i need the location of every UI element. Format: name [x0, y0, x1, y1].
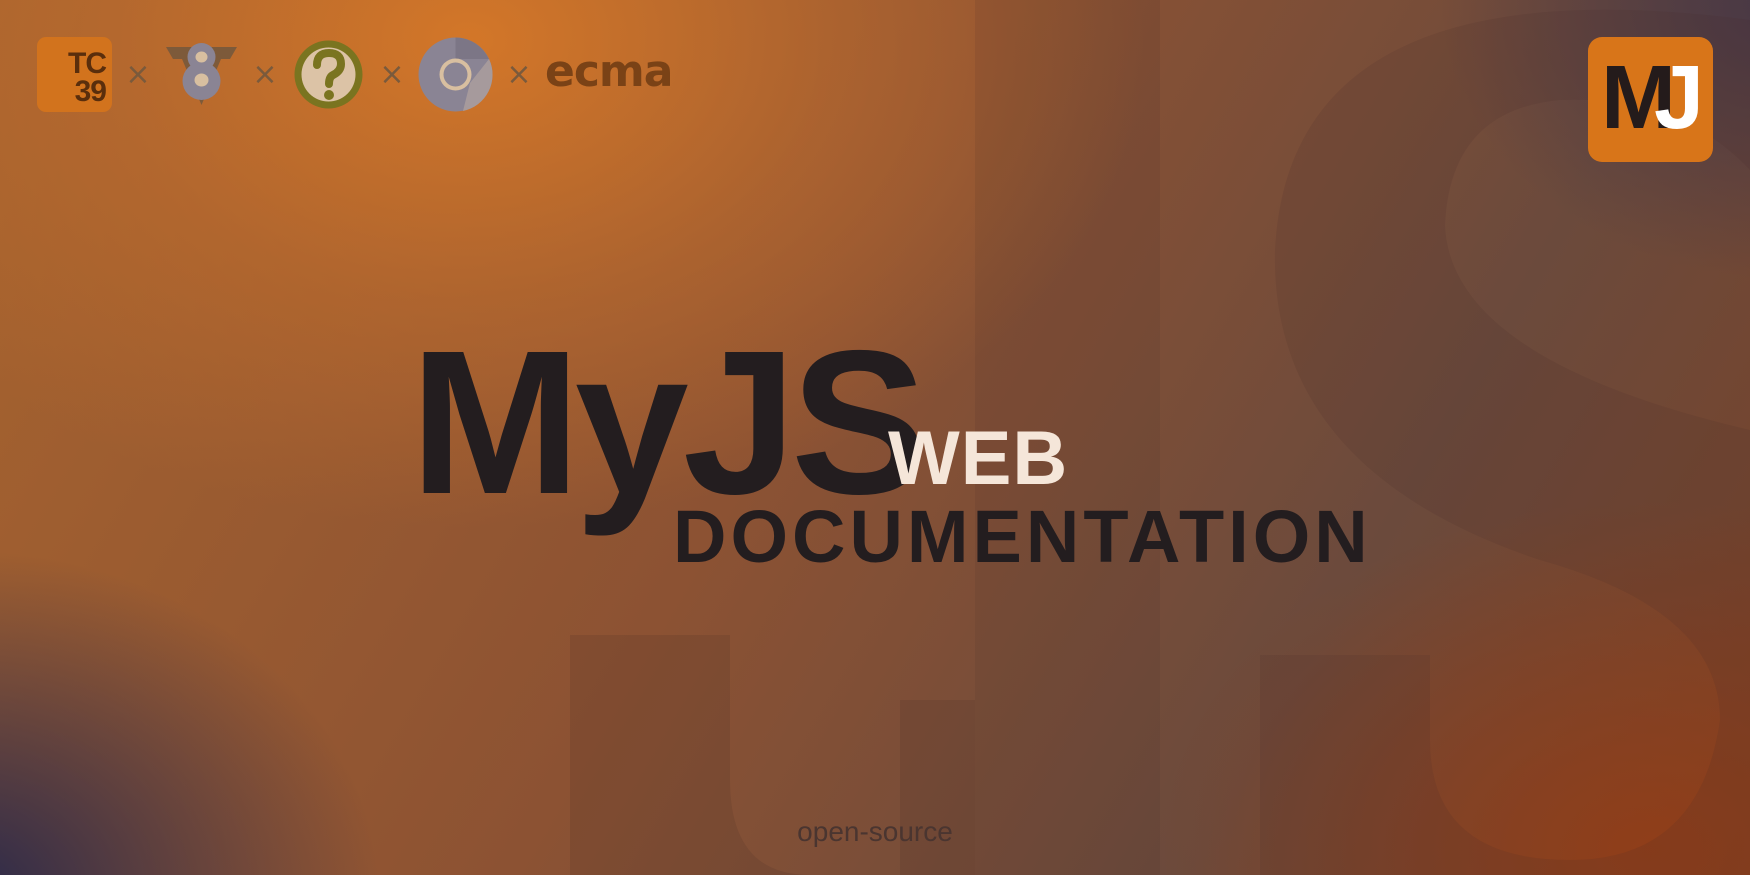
- partner-logos: TC 39 × × × × ecma: [37, 37, 673, 112]
- separator-4: ×: [506, 56, 532, 92]
- separator-1: ×: [125, 56, 151, 92]
- badge-letter-j: J: [1654, 48, 1705, 148]
- separator-2: ×: [252, 56, 278, 92]
- tc39-logo-line2: 39: [74, 75, 107, 108]
- separator-3: ×: [379, 56, 405, 92]
- myjs-badge-logo: M J: [1588, 37, 1713, 162]
- chrome-logo: [418, 37, 493, 112]
- v8-logo: [166, 43, 237, 105]
- footer-text: open-source: [797, 816, 953, 847]
- question-mark-icon: [294, 40, 363, 109]
- tc39-logo: TC 39: [37, 37, 112, 112]
- ecma-logo: ecma: [545, 45, 673, 97]
- hero-web-label: WEB: [888, 416, 1069, 501]
- hero-subtitle: DOCUMENTATION: [673, 495, 1372, 578]
- hero-banner: TC 39 × × × × ecma M J MyJS WEB DOCUMENT…: [0, 0, 1750, 875]
